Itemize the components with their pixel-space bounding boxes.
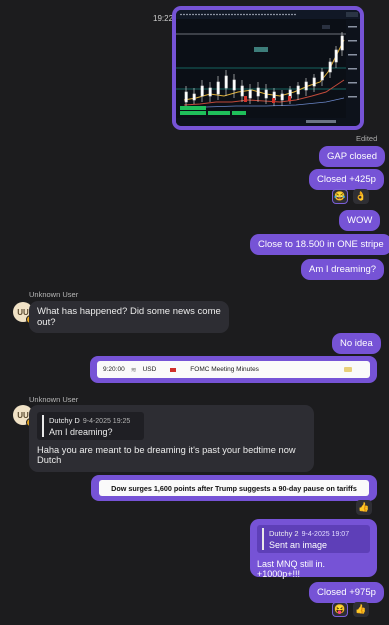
headline-card: Dow surges 1,600 points after Trump sugg…: [99, 480, 369, 496]
quoted-text: Sent an image: [269, 540, 328, 550]
candlestick-chart-graphic: [176, 10, 360, 126]
sender-name: Unknown User: [29, 290, 79, 299]
reaction-thumbs-up-emoji[interactable]: 👍: [353, 602, 369, 617]
trading-chart-image[interactable]: [176, 10, 360, 126]
edited-label: Edited: [356, 134, 378, 143]
message-text: Haha you are meant to be dreaming it's p…: [37, 445, 296, 465]
message-time: 19:22: [153, 14, 174, 23]
economic-calendar-message[interactable]: 9:20:00 ≋ USD FOMC Meeting Minutes: [90, 356, 377, 383]
message-bubble-reply-dutch[interactable]: Dutchy D 9-4-2025 19:25 Am I dreaming? Ha…: [29, 405, 314, 472]
sender-name: Unknown User: [29, 395, 79, 404]
message-bubble-news-question[interactable]: What has happened? Did some news come ou…: [29, 301, 229, 333]
message-bubble-no-idea[interactable]: No idea: [332, 333, 381, 354]
quoted-message[interactable]: Dutchy D 9-4-2025 19:25 Am I dreaming?: [37, 412, 144, 440]
reaction-laugh-emoji[interactable]: 😂: [332, 189, 348, 204]
news-headline-message[interactable]: Dow surges 1,600 points after Trump sugg…: [91, 475, 377, 501]
message-bubble-closed-425[interactable]: Closed +425p: [309, 169, 384, 190]
reaction-ok-hand-emoji[interactable]: 👌: [353, 189, 369, 204]
chart-image-message[interactable]: [172, 6, 364, 130]
calendar-card: 9:20:00 ≋ USD FOMC Meeting Minutes: [97, 361, 370, 378]
folder-icon: [344, 367, 352, 372]
message-bubble-am-i-dreaming[interactable]: Am I dreaming?: [301, 259, 385, 280]
quoted-date: 9-4-2025 19:07: [301, 531, 350, 538]
quoted-sender: Dutchy D: [49, 416, 80, 425]
message-bubble-closed-975[interactable]: Closed +975p: [309, 582, 384, 603]
wifi-icon: ≋: [130, 366, 137, 374]
quoted-date: 9-4-2025 19:25: [82, 418, 131, 425]
quoted-sender: Dutchy 2: [269, 529, 299, 538]
message-bubble-close-18500[interactable]: Close to 18.500 in ONE stripe: [250, 234, 389, 255]
message-bubble-wow[interactable]: WOW: [339, 210, 381, 231]
impact-indicator-icon: [170, 367, 177, 372]
quoted-message[interactable]: Dutchy 2 9-4-2025 19:07 Sent an image: [257, 525, 370, 553]
quoted-text: Am I dreaming?: [49, 427, 113, 437]
message-bubble-gap-closed[interactable]: GAP closed: [319, 146, 385, 167]
reaction-tongue-emoji[interactable]: 😝: [332, 602, 348, 617]
calendar-currency: USD: [142, 366, 157, 373]
reaction-thumbs-up-emoji[interactable]: 👍: [356, 500, 372, 515]
calendar-event: FOMC Meeting Minutes: [190, 366, 259, 373]
message-bubble-reply-mnq[interactable]: Dutchy 2 9-4-2025 19:07 Sent an image Las…: [250, 519, 377, 579]
calendar-time: 9:20:00: [103, 366, 125, 373]
message-text: Last MNQ still in. +1000p+!!!: [257, 559, 326, 579]
